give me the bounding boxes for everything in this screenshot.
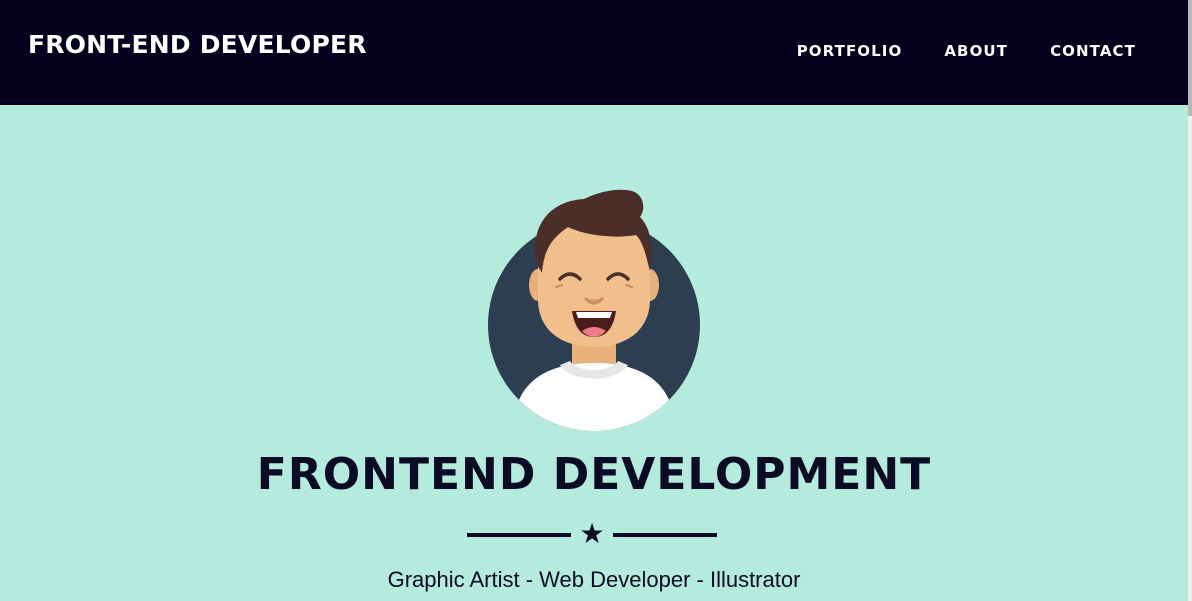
star-icon: ★: [579, 517, 605, 550]
masthead: FRONTEND DEVELOPMENT ★ Graphic Artist - …: [0, 105, 1188, 601]
nav-menu: PORTFOLIO ABOUT CONTACT: [755, 40, 1136, 62]
nav-link-contact[interactable]: CONTACT: [1050, 40, 1136, 62]
divider-line-right: [613, 533, 717, 537]
page-scrollbar[interactable]: [1188, 0, 1192, 601]
divider-line-left: [467, 533, 571, 537]
nav-link-portfolio[interactable]: PORTFOLIO: [797, 40, 903, 62]
brand-link[interactable]: FRONT-END DEVELOPER: [28, 28, 367, 62]
nav-link-about[interactable]: ABOUT: [944, 40, 1008, 62]
scrollbar-thumb[interactable]: [1188, 0, 1192, 116]
page-title: FRONTEND DEVELOPMENT: [256, 449, 932, 500]
smiling-developer-avatar-icon: [488, 189, 700, 431]
navbar: FRONT-END DEVELOPER PORTFOLIO ABOUT CONT…: [0, 0, 1188, 105]
star-divider: ★: [467, 519, 717, 549]
page-subtitle: Graphic Artist - Web Developer - Illustr…: [387, 567, 801, 592]
